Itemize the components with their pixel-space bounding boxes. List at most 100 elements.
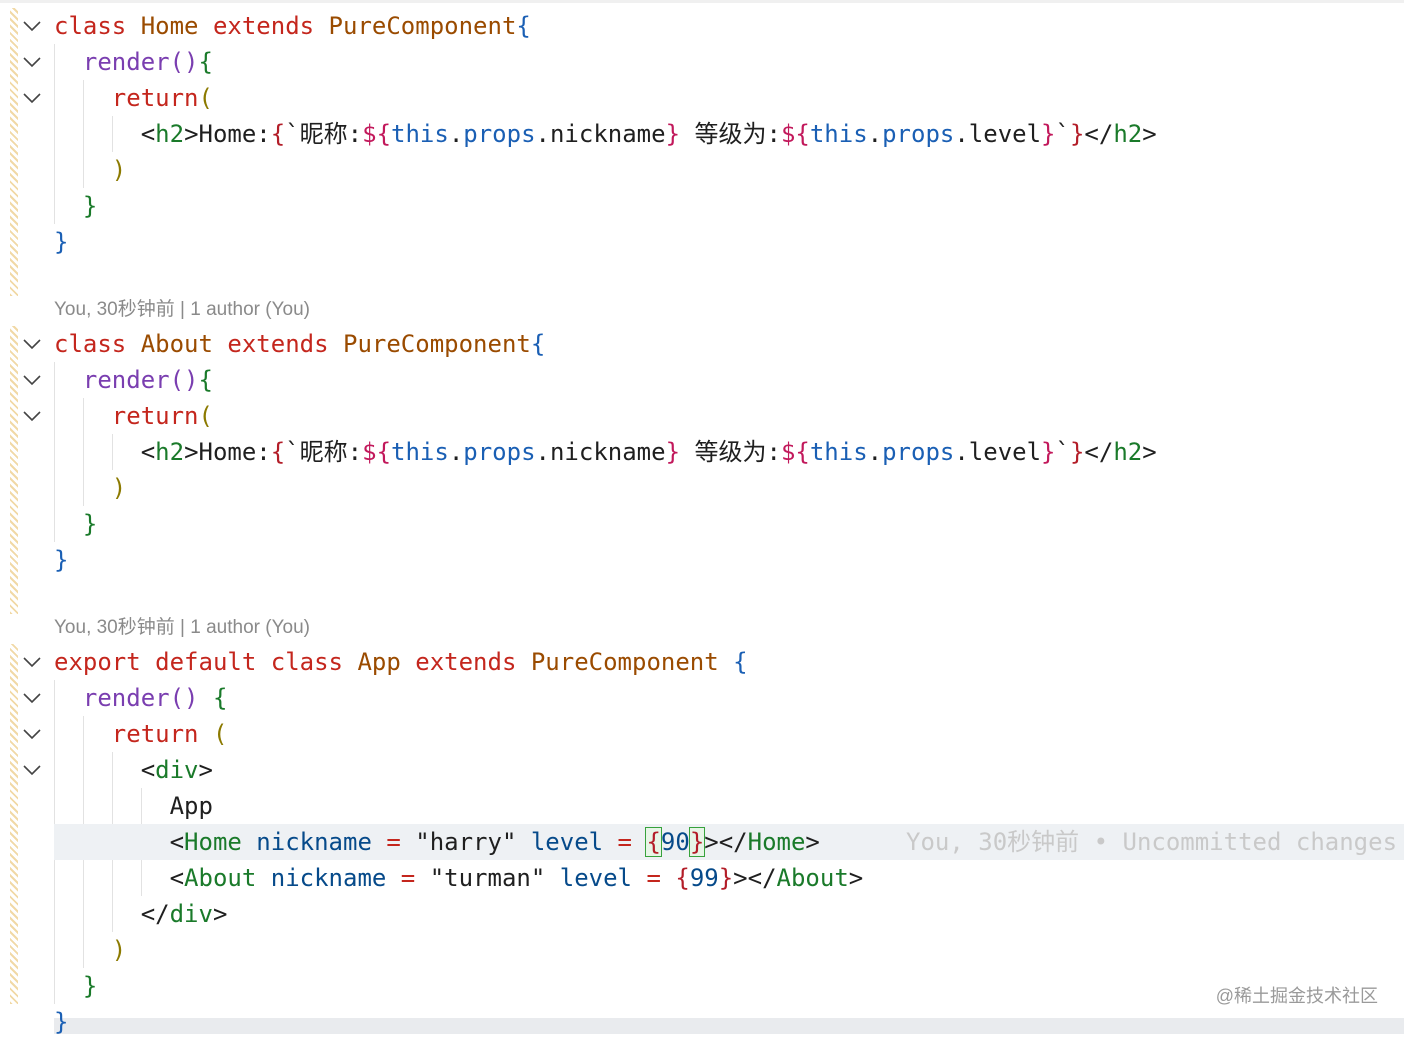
code-token: { <box>675 864 690 892</box>
code-line[interactable]: } <box>54 542 68 578</box>
code-token: > <box>1142 120 1157 148</box>
code-token: ></ <box>733 864 777 892</box>
code-line[interactable]: <h2>Home:{`昵称:${this.props.nickname} 等级为… <box>54 434 1157 470</box>
code-line[interactable]: <h2>Home:{`昵称:${this.props.nickname} 等级为… <box>54 116 1157 152</box>
code-token: > <box>805 828 820 856</box>
code-line[interactable]: class About extends PureComponent{ <box>54 326 545 362</box>
code-token: ( <box>198 84 213 112</box>
code-token: .level <box>954 120 1042 148</box>
code-token: props <box>882 120 955 148</box>
code-token: ( <box>212 720 228 748</box>
code-line[interactable]: render(){ <box>54 44 213 80</box>
code-line[interactable]: render(){ <box>54 362 213 398</box>
fold-chevron-icon[interactable] <box>22 88 42 108</box>
code-token: < <box>169 828 185 856</box>
code-token: > <box>212 900 228 928</box>
code-line[interactable]: ) <box>54 152 126 188</box>
code-token: props <box>463 438 536 466</box>
fold-chevron-icon[interactable] <box>22 52 42 72</box>
fold-chevron-icon[interactable] <box>22 16 42 36</box>
code-token: = <box>646 864 676 892</box>
git-change-stripe <box>10 8 18 296</box>
code-line[interactable]: </div> <box>54 896 228 932</box>
code-token: class <box>54 12 141 40</box>
fold-chevron-icon[interactable] <box>22 688 42 708</box>
code-token: "harry" <box>415 828 531 856</box>
code-token: >Home: <box>184 438 271 466</box>
code-line[interactable]: return( <box>54 398 213 434</box>
code-token: . <box>448 120 464 148</box>
code-token: extends <box>212 12 329 40</box>
code-line[interactable]: } <box>54 506 97 542</box>
code-token: ></ <box>704 828 748 856</box>
selected-line-highlight <box>54 1018 1404 1034</box>
code-token: `昵称: <box>285 438 363 466</box>
code-token: } <box>82 192 98 220</box>
fold-chevron-icon[interactable] <box>22 652 42 672</box>
code-line[interactable]: } <box>54 224 68 260</box>
code-token: } <box>688 827 706 857</box>
code-token: nickname <box>270 864 401 892</box>
code-token: 等级为: <box>680 438 781 466</box>
code-token: ${ <box>362 438 392 466</box>
code-token: { <box>212 684 228 712</box>
code-token: </ <box>1084 120 1114 148</box>
code-token: About <box>184 864 271 892</box>
code-line[interactable]: ) <box>54 470 126 506</box>
code-token: { <box>516 12 531 40</box>
code-token: = <box>617 828 647 856</box>
code-lens-blame[interactable]: You, 30秒钟前 | 1 author (You) <box>54 295 310 325</box>
code-line[interactable]: class Home extends PureComponent{ <box>54 8 531 44</box>
code-line[interactable]: <div> <box>54 752 213 788</box>
code-line[interactable]: render() { <box>54 680 228 716</box>
code-token: . <box>448 438 464 466</box>
code-line[interactable]: return ( <box>54 716 228 752</box>
code-token: ) <box>111 936 127 964</box>
code-token: default <box>155 648 271 676</box>
code-token: ${ <box>780 438 810 466</box>
code-token: } <box>1041 120 1056 148</box>
code-editor[interactable]: class Home extends PureComponent{ render… <box>0 0 1404 1036</box>
code-token: () <box>169 684 213 712</box>
code-line[interactable]: <Home nickname = "harry" level = {90}></… <box>54 824 820 860</box>
code-token: `昵称: <box>285 120 363 148</box>
code-token: } <box>54 228 69 256</box>
code-line[interactable]: } <box>54 968 97 1004</box>
code-token: this <box>391 438 449 466</box>
code-token: level <box>530 828 618 856</box>
code-line[interactable]: <About nickname = "turman" level = {99}>… <box>54 860 864 896</box>
code-token: . <box>867 438 883 466</box>
code-line[interactable]: App <box>54 788 213 824</box>
code-lens-blame[interactable]: You, 30秒钟前 | 1 author (You) <box>54 613 310 643</box>
code-line[interactable]: } <box>54 1004 68 1040</box>
code-token: } <box>665 438 681 466</box>
fold-chevron-icon[interactable] <box>22 370 42 390</box>
code-token: class <box>54 330 141 358</box>
code-token: > <box>1142 438 1157 466</box>
code-token: ` <box>1055 120 1070 148</box>
code-token: 90 <box>660 828 690 856</box>
code-token: About <box>140 330 228 358</box>
code-token: this <box>809 120 868 148</box>
fold-chevron-icon[interactable] <box>22 406 42 426</box>
fold-chevron-icon[interactable] <box>22 724 42 744</box>
code-token: () <box>169 366 199 394</box>
code-token: } <box>54 546 69 574</box>
code-token: this <box>391 120 449 148</box>
code-token: = <box>386 828 416 856</box>
fold-chevron-icon[interactable] <box>22 334 42 354</box>
code-token: { <box>645 827 662 857</box>
code-token: > <box>198 756 213 784</box>
fold-chevron-icon[interactable] <box>22 760 42 780</box>
code-line[interactable]: return( <box>54 80 213 116</box>
code-line[interactable]: export default class App extends PureCom… <box>54 644 748 680</box>
code-line[interactable]: } <box>54 188 97 224</box>
code-line[interactable]: ) <box>54 932 126 968</box>
code-token: { <box>270 120 286 148</box>
code-token: >Home: <box>184 120 271 148</box>
inline-blame-annotation: You, 30秒钟前 • Uncommitted changes <box>906 828 1398 856</box>
